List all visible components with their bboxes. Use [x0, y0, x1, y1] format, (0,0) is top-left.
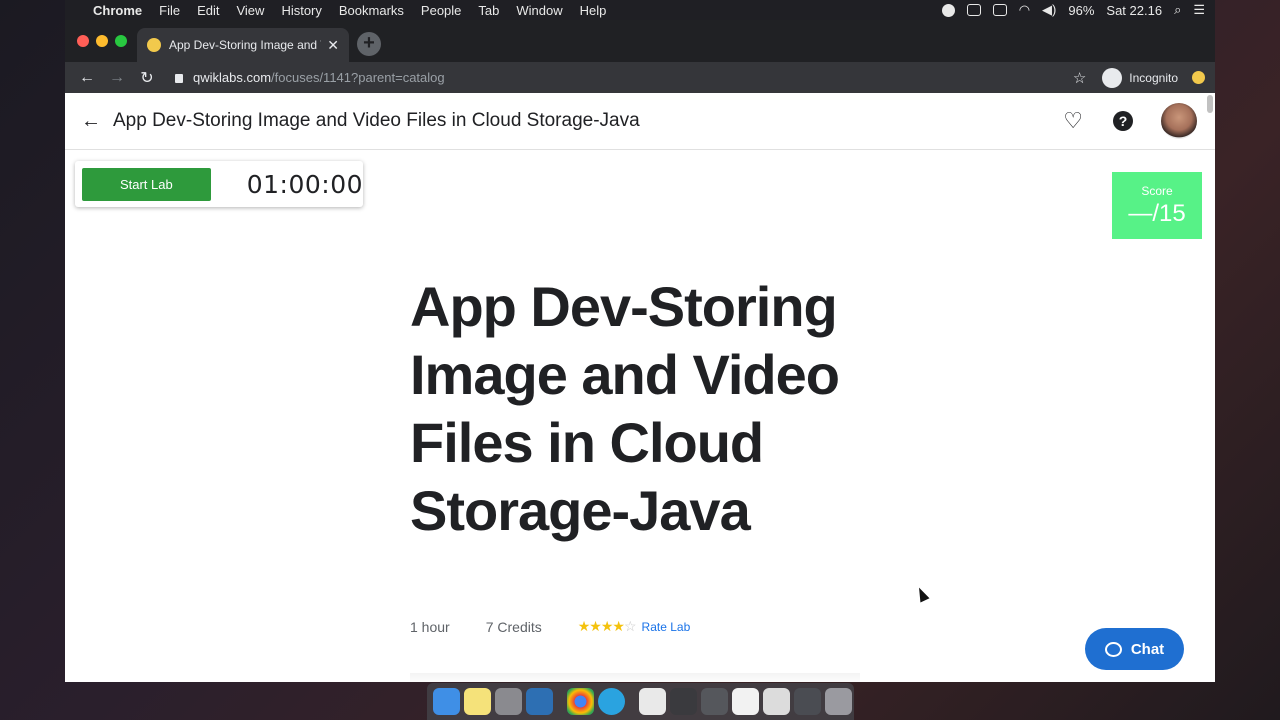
lab-title: App Dev-Storing Image and Video Files in… [410, 275, 840, 542]
star-icon: ★ [600, 618, 614, 634]
menu-edit[interactable]: Edit [197, 3, 219, 18]
url-host: qwiklabs.com [193, 70, 272, 85]
tab-strip: App Dev-Storing Image and Vi ✕ + [65, 20, 1215, 62]
mouse-cursor-icon [914, 585, 930, 603]
menubar-status-area: ◠ ◀) 96% Sat 22.16 ⌕ ☰ [930, 2, 1205, 18]
menu-app-name[interactable]: Chrome [93, 3, 142, 18]
star-empty-icon: ☆ [623, 618, 637, 634]
url-path: /focuses/1141?parent=catalog [271, 70, 445, 85]
qwiklabs-favicon-icon [147, 38, 161, 52]
system-preferences-icon[interactable] [495, 688, 522, 715]
address-bar[interactable]: qwiklabs.com/focuses/1141?parent=catalog [175, 70, 1073, 85]
browser-window: App Dev-Storing Image and Vi ✕ + ← → ↻ q… [65, 20, 1215, 682]
menu-window[interactable]: Window [516, 3, 562, 18]
record-icon[interactable] [941, 3, 955, 17]
window-thumbnail-icon[interactable] [763, 688, 790, 715]
volume-icon[interactable]: ◀) [1042, 2, 1056, 18]
favorite-heart-icon[interactable]: ♡ [1063, 108, 1083, 134]
clock[interactable]: Sat 22.16 [1106, 3, 1162, 18]
lock-icon[interactable] [175, 74, 183, 83]
back-icon[interactable]: ← [75, 69, 99, 87]
trash-icon[interactable] [825, 688, 852, 715]
star-icon: ★ [577, 618, 591, 634]
page-scrollbar[interactable] [1207, 95, 1213, 113]
window-thumbnail-icon[interactable] [794, 688, 821, 715]
control-list-icon[interactable]: ☰ [1193, 2, 1205, 18]
extension-icon[interactable] [1192, 71, 1205, 84]
header-lab-title: App Dev-Storing Image and Video Files in… [113, 110, 640, 131]
rate-lab-link[interactable]: Rate Lab [642, 620, 691, 634]
menu-history[interactable]: History [281, 3, 321, 18]
battery-percent[interactable]: 96% [1068, 3, 1094, 18]
menu-help[interactable]: Help [580, 3, 607, 18]
close-tab-icon[interactable]: ✕ [327, 37, 339, 54]
mac-dock [427, 683, 854, 720]
incognito-icon [1102, 67, 1123, 88]
display-icon[interactable] [992, 4, 1007, 16]
lab-duration: 1 hour [410, 618, 450, 635]
window-thumbnail-icon[interactable] [701, 688, 728, 715]
browser-app-icon[interactable] [526, 688, 553, 715]
star-icon: ★ [589, 618, 602, 634]
window-thumbnail-icon[interactable] [732, 688, 759, 715]
document-icon[interactable] [639, 688, 666, 715]
menu-view[interactable]: View [236, 3, 264, 18]
star-icon: ★ [612, 618, 625, 634]
spotlight-search-icon[interactable]: ⌕ [1174, 2, 1181, 18]
score-box: Score —/15 [1112, 172, 1202, 239]
lab-meta: 1 hour 7 Credits ★★★★☆ Rate Lab [410, 618, 690, 635]
close-window-button[interactable] [77, 35, 89, 47]
start-lab-button[interactable]: Start Lab [82, 167, 211, 201]
web-page: ← App Dev-Storing Image and Video Files … [65, 93, 1215, 682]
chat-label: Chat [1130, 640, 1165, 658]
score-label: Score [1141, 184, 1173, 198]
browser-tab[interactable]: App Dev-Storing Image and Vi ✕ [137, 28, 349, 62]
wifi-icon[interactable]: ◠ [1019, 2, 1030, 18]
toolbar-right: ☆ Incognito [1073, 67, 1205, 88]
rating-stars: ★★★★☆ [577, 618, 637, 635]
telegram-icon[interactable] [598, 688, 625, 715]
notes-icon[interactable] [464, 688, 491, 715]
help-icon[interactable]: ? [1113, 111, 1133, 131]
finder-icon[interactable] [433, 688, 460, 715]
content-card-edge [410, 673, 860, 682]
reload-icon[interactable]: ↻ [135, 68, 159, 88]
incognito-indicator[interactable]: Incognito [1102, 67, 1178, 88]
zoom-window-button[interactable] [115, 35, 127, 47]
header-actions: ♡ ? [1063, 103, 1197, 139]
bookmark-star-icon[interactable]: ☆ [1073, 69, 1086, 87]
menu-file[interactable]: File [159, 3, 180, 18]
forward-icon[interactable]: → [105, 69, 129, 87]
window-controls [77, 35, 134, 47]
mac-menubar: Chrome File Edit View History Bookmarks … [65, 0, 1215, 20]
menu-tab[interactable]: Tab [478, 3, 499, 18]
airplay-icon[interactable] [966, 4, 981, 16]
back-arrow-icon[interactable]: ← [81, 110, 101, 133]
lab-timer: 01:00:00 [246, 169, 363, 199]
new-tab-button[interactable]: + [357, 32, 381, 56]
tab-title: App Dev-Storing Image and Vi [169, 38, 322, 52]
incognito-label: Incognito [1129, 70, 1178, 85]
minimize-window-button[interactable] [96, 35, 108, 47]
chrome-icon[interactable] [567, 688, 594, 715]
menu-bookmarks[interactable]: Bookmarks [339, 3, 404, 18]
score-value: —/15 [1128, 200, 1186, 227]
lab-credits: 7 Credits [485, 618, 542, 635]
chat-button[interactable]: Chat [1085, 628, 1184, 670]
avatar[interactable] [1161, 103, 1197, 139]
chat-bubble-icon [1104, 641, 1122, 657]
menu-people[interactable]: People [421, 3, 461, 18]
browser-toolbar: ← → ↻ qwiklabs.com/focuses/1141?parent=c… [65, 62, 1215, 93]
lab-header: ← App Dev-Storing Image and Video Files … [65, 93, 1215, 150]
window-thumbnail-icon[interactable] [670, 688, 697, 715]
lab-control-card: Start Lab 01:00:00 [75, 161, 363, 207]
